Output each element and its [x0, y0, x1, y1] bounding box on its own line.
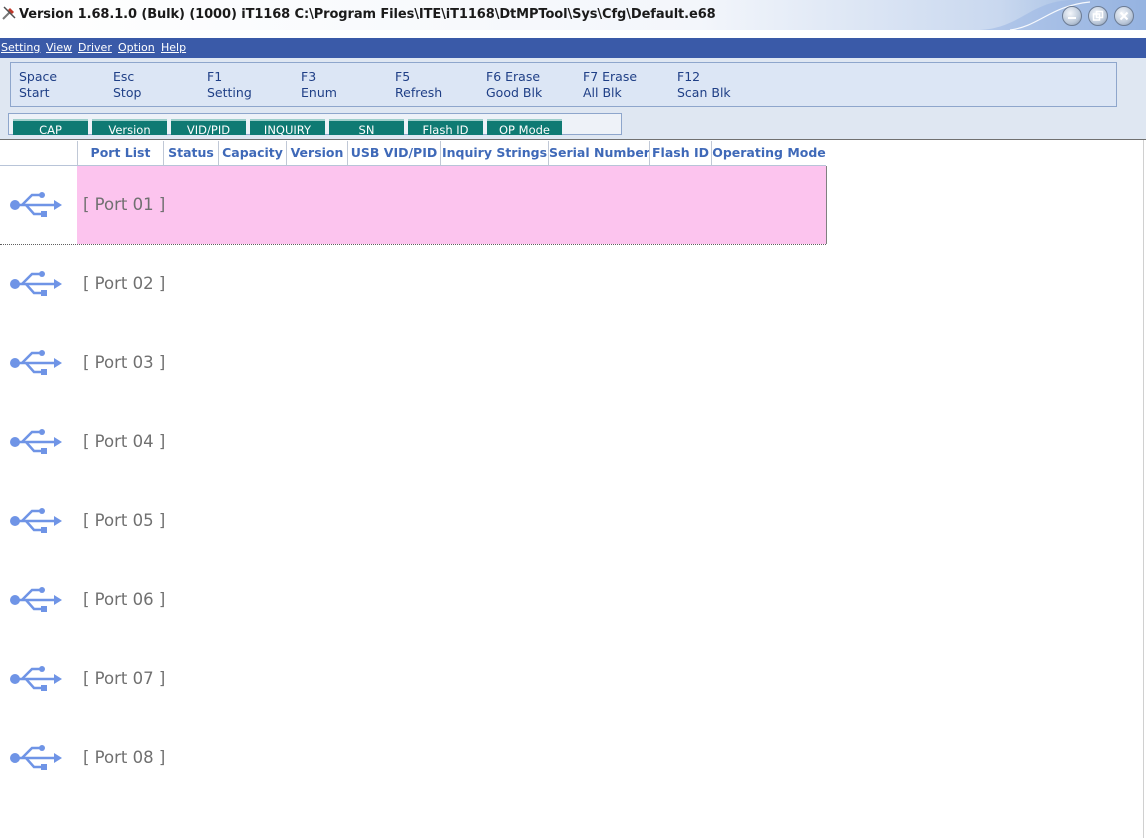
- shortcut-stop[interactable]: Esc Stop: [113, 69, 141, 101]
- shortcut-erase-all-blk[interactable]: F7 Erase All Blk: [583, 69, 637, 101]
- usb-icon: [10, 271, 62, 296]
- port-label: [ Port 05 ]: [83, 511, 166, 530]
- column-serial-number[interactable]: Serial Number: [548, 141, 650, 165]
- divider: [0, 139, 1146, 140]
- shortcut-action: Refresh: [395, 85, 443, 100]
- usb-icon: [10, 350, 62, 375]
- minimize-icon: [1068, 17, 1076, 19]
- shortcut-key: F5: [395, 69, 411, 84]
- shortcut-key: F3: [301, 69, 317, 84]
- port-label: [ Port 04 ]: [83, 432, 166, 451]
- minimize-button[interactable]: [1062, 6, 1082, 26]
- column-capacity[interactable]: Capacity: [218, 141, 286, 165]
- column-operating-mode[interactable]: Operating Mode: [711, 141, 826, 165]
- tab-cap[interactable]: CAP: [13, 119, 88, 137]
- port-row[interactable]: [ Port 02 ]: [0, 245, 1146, 324]
- window-edge: [1143, 140, 1144, 838]
- usb-icon: [10, 587, 62, 612]
- column-usb-vid-pid[interactable]: USB VID/PID: [347, 141, 440, 165]
- shortcut-action: Scan Blk: [677, 85, 731, 100]
- shortcut-key: F12: [677, 69, 701, 84]
- column-status[interactable]: Status: [163, 141, 218, 165]
- shortcut-setting[interactable]: F1 Setting: [207, 69, 252, 101]
- tools-icon[interactable]: [1, 5, 17, 21]
- shortcut-action: Start: [19, 85, 50, 100]
- shortcut-action: All Blk: [583, 85, 622, 100]
- shortcut-action: Stop: [113, 85, 142, 100]
- shortcut-action: Setting: [207, 85, 252, 100]
- port-label: [ Port 02 ]: [83, 274, 166, 293]
- port-row[interactable]: [ Port 04 ]: [0, 403, 1146, 482]
- shortcut-panel: Space Start Esc Stop F1 Setting F3 Enum …: [10, 62, 1117, 107]
- shortcut-key: F7 Erase: [583, 69, 638, 84]
- shortcut-start[interactable]: Space Start: [19, 69, 57, 101]
- tab-sn[interactable]: SN: [329, 119, 404, 137]
- port-label: [ Port 06 ]: [83, 590, 166, 609]
- tab-vid-pid[interactable]: VID/PID: [171, 119, 246, 137]
- column-headers: Port List Status Capacity Version USB VI…: [0, 141, 826, 166]
- shortcut-key: Esc: [113, 69, 135, 84]
- menu-bar: Setting View Driver Option Help: [0, 38, 1146, 58]
- usb-icon: [10, 429, 62, 454]
- column-inquiry-strings[interactable]: Inquiry Strings: [440, 141, 548, 165]
- selected-row-highlight: [77, 166, 827, 244]
- shortcut-key: F6 Erase: [486, 69, 541, 84]
- shortcut-erase-good-blk[interactable]: F6 Erase Good Blk: [486, 69, 542, 101]
- column-version[interactable]: Version: [286, 141, 347, 165]
- tab-inquiry[interactable]: INQUIRY: [250, 119, 325, 137]
- menu-setting[interactable]: Setting: [1, 41, 40, 54]
- shortcut-action: Good Blk: [486, 85, 543, 100]
- menu-view[interactable]: View: [46, 41, 72, 54]
- restore-button[interactable]: [1088, 6, 1108, 26]
- usb-icon: [10, 666, 62, 691]
- usb-icon: [10, 745, 62, 770]
- usb-icon: [10, 192, 62, 217]
- restore-icon: [1092, 10, 1104, 21]
- port-row[interactable]: [ Port 06 ]: [0, 561, 1146, 640]
- view-tab-strip: CAP Version VID/PID INQUIRY SN Flash ID …: [8, 113, 622, 137]
- shortcut-action: Enum: [301, 85, 337, 100]
- port-label: [ Port 07 ]: [83, 669, 166, 688]
- window-title: Version 1.68.1.0 (Bulk) (1000) iT1168 C:…: [19, 7, 716, 22]
- tab-flash-id[interactable]: Flash ID: [408, 119, 483, 137]
- shortcut-refresh[interactable]: F5 Refresh: [395, 69, 442, 101]
- tab-op-mode[interactable]: OP Mode: [487, 119, 562, 137]
- port-row[interactable]: [ Port 01 ]: [0, 166, 1146, 245]
- shortcut-key: Space: [19, 69, 58, 84]
- column-flash-id[interactable]: Flash ID: [649, 141, 711, 165]
- port-label: [ Port 01 ]: [83, 195, 166, 214]
- tab-version[interactable]: Version: [92, 119, 167, 137]
- menu-option[interactable]: Option: [118, 41, 155, 54]
- port-label: [ Port 08 ]: [83, 748, 166, 767]
- title-bar: Version 1.68.1.0 (Bulk) (1000) iT1168 C:…: [0, 0, 1146, 30]
- usb-icon: [10, 508, 62, 533]
- shortcut-scan-blk[interactable]: F12 Scan Blk: [677, 69, 731, 101]
- port-row[interactable]: [ Port 03 ]: [0, 324, 1146, 403]
- column-port-list[interactable]: Port List: [77, 141, 163, 165]
- close-icon: [1119, 11, 1129, 21]
- close-button[interactable]: [1114, 6, 1134, 26]
- menu-driver[interactable]: Driver: [78, 41, 112, 54]
- port-row[interactable]: [ Port 07 ]: [0, 640, 1146, 719]
- shortcut-enum[interactable]: F3 Enum: [301, 69, 337, 101]
- shortcut-key: F1: [207, 69, 223, 84]
- menu-help[interactable]: Help: [161, 41, 186, 54]
- port-row[interactable]: [ Port 08 ]: [0, 719, 1146, 798]
- port-label: [ Port 03 ]: [83, 353, 166, 372]
- port-row[interactable]: [ Port 05 ]: [0, 482, 1146, 561]
